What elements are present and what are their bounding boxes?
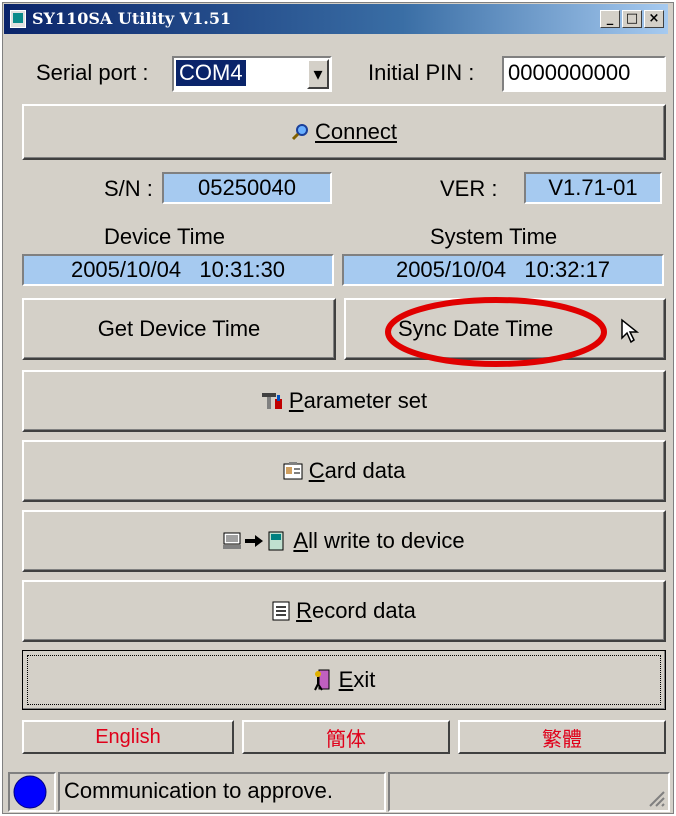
exit-button[interactable]: Exit bbox=[22, 650, 666, 710]
connect-label: Connect bbox=[315, 119, 397, 144]
highlight-ellipse bbox=[385, 297, 607, 367]
status-indicator-icon bbox=[13, 775, 47, 809]
connect-button[interactable]: Connect bbox=[22, 104, 666, 160]
ver-value: V1.71-01 bbox=[524, 172, 662, 204]
initial-pin-label: Initial PIN : bbox=[368, 60, 475, 85]
app-icon bbox=[10, 10, 26, 28]
language-english-button[interactable]: English bbox=[22, 720, 234, 754]
status-message: Communication to approve. bbox=[58, 772, 386, 812]
magnifier-icon bbox=[291, 124, 309, 141]
chevron-down-icon[interactable]: ▾ bbox=[307, 59, 329, 89]
parameter-set-button[interactable]: Parameter set bbox=[22, 370, 666, 432]
id-card-icon bbox=[283, 462, 303, 480]
system-time-value: 2005/10/04 10:32:17 bbox=[342, 254, 664, 286]
tools-icon bbox=[261, 393, 282, 409]
all-write-label: All write to device bbox=[293, 528, 465, 553]
language-traditional-chinese-button[interactable]: 繁體 bbox=[458, 720, 666, 754]
pc-to-device-icon bbox=[223, 531, 284, 551]
serial-port-select[interactable]: COM4 ▾ bbox=[172, 56, 332, 92]
maximize-button[interactable]: □ bbox=[622, 10, 642, 28]
record-data-button[interactable]: Record data bbox=[22, 580, 666, 642]
card-data-button[interactable]: Card data bbox=[22, 440, 666, 502]
device-time-label: Device Time bbox=[104, 224, 226, 249]
get-device-time-button[interactable]: Get Device Time bbox=[22, 298, 336, 360]
serial-port-label: Serial port : bbox=[36, 60, 149, 85]
serial-port-value: COM4 bbox=[176, 60, 246, 86]
title-bar[interactable]: SY110SA Utility V1.51 _ □ × bbox=[4, 4, 668, 34]
sn-value: 05250040 bbox=[162, 172, 332, 204]
status-empty-panel bbox=[388, 772, 670, 812]
exit-door-icon bbox=[313, 669, 330, 691]
sn-label: S/N : bbox=[104, 176, 153, 201]
exit-label: Exit bbox=[338, 667, 376, 692]
ver-label: VER : bbox=[440, 176, 498, 201]
all-write-to-device-button[interactable]: All write to device bbox=[22, 510, 666, 572]
language-simplified-chinese-button[interactable]: 簡体 bbox=[242, 720, 450, 754]
document-icon bbox=[272, 601, 290, 621]
minimize-button[interactable]: _ bbox=[600, 10, 620, 28]
close-button[interactable]: × bbox=[644, 10, 664, 28]
window-title: SY110SA Utility V1.51 bbox=[32, 9, 232, 28]
record-data-label: Record data bbox=[296, 598, 416, 623]
status-indicator-cell bbox=[8, 772, 56, 812]
system-time-label: System Time bbox=[430, 224, 558, 249]
card-data-label: Card data bbox=[308, 458, 406, 483]
parameter-set-label: Parameter set bbox=[288, 388, 428, 413]
resize-grip-icon[interactable] bbox=[646, 788, 666, 808]
mouse-cursor-icon bbox=[621, 318, 640, 344]
initial-pin-input[interactable]: 0000000000 bbox=[502, 56, 666, 92]
device-time-value: 2005/10/04 10:31:30 bbox=[22, 254, 334, 286]
